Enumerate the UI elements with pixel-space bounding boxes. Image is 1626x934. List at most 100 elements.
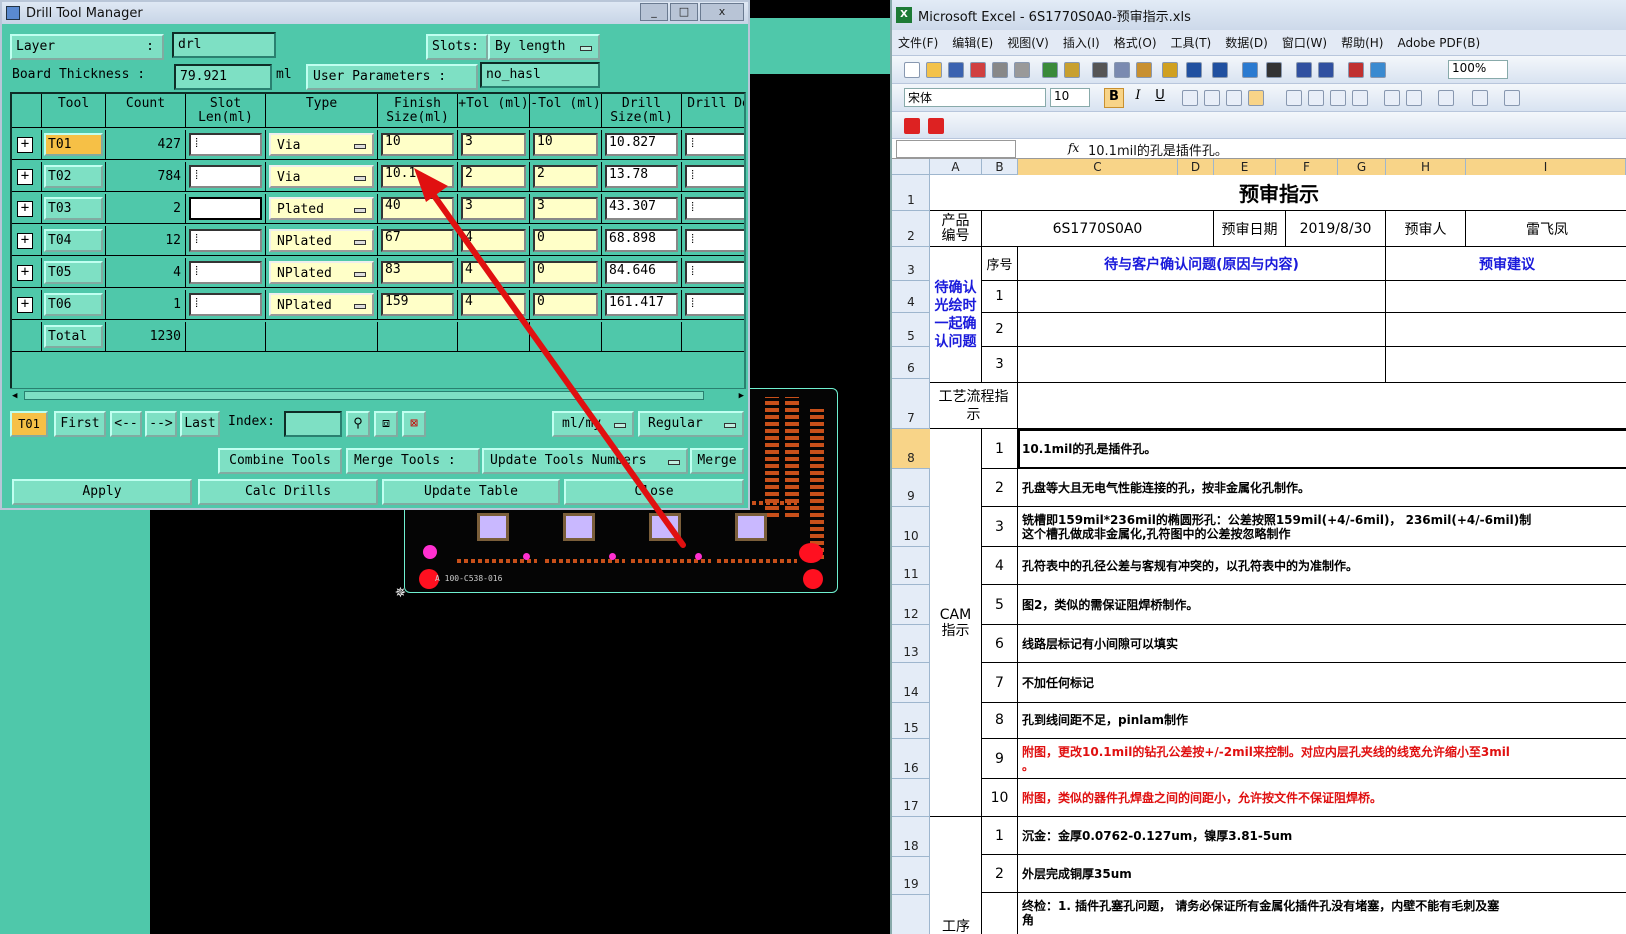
print-icon[interactable] <box>992 62 1008 78</box>
close-window-button[interactable]: x <box>700 3 744 21</box>
save-icon[interactable] <box>948 62 964 78</box>
row-header[interactable]: 2 <box>892 211 930 247</box>
font-dropdown[interactable]: 宋体 <box>904 88 1046 107</box>
plus-tol-input[interactable]: 2 <box>461 165 526 188</box>
slot-len-input[interactable]: ⁞ <box>189 165 262 188</box>
cam-item-text[interactable]: 图2，类似的需保证阻焊桥制作。 <box>1018 585 1626 625</box>
column-header[interactable]: C <box>1018 159 1178 175</box>
bulb-icon[interactable]: ⚲ <box>346 411 370 437</box>
cam-item-no[interactable]: 1 <box>982 429 1018 469</box>
chart-icon[interactable] <box>1348 62 1364 78</box>
minus-tol-input[interactable]: 3 <box>533 197 598 220</box>
pending-advice[interactable] <box>1386 281 1626 313</box>
scroll-right-icon[interactable]: ▶ <box>739 391 744 401</box>
new-icon[interactable] <box>904 62 920 78</box>
increase-decimal-icon[interactable] <box>1330 90 1346 106</box>
redo-icon[interactable] <box>1212 62 1228 78</box>
last-button[interactable]: Last <box>180 411 220 437</box>
drill-des-input[interactable]: ⁞ <box>685 261 744 284</box>
zoom-dropdown[interactable]: 100% <box>1448 60 1508 79</box>
table-row[interactable]: + T01 427 ⁞ Via 10 3 10 10.827 ⁞ <box>12 130 744 162</box>
update-table-button[interactable]: Update Table <box>382 479 560 505</box>
reviewer-label[interactable]: 预审人 <box>1386 211 1466 247</box>
craft-item-no[interactable]: 1 <box>982 817 1018 855</box>
slot-len-input[interactable]: ⁞ <box>189 229 262 252</box>
pending-advice[interactable] <box>1386 347 1626 383</box>
menu-item[interactable]: 文件(F) <box>898 34 938 51</box>
maximize-button[interactable]: □ <box>670 3 698 21</box>
menu-item[interactable]: 窗口(W) <box>1282 34 1327 51</box>
cam-item-text[interactable]: 10.1mil的孔是插件孔。 <box>1018 429 1626 469</box>
select-icon[interactable]: ⧈ <box>374 411 398 437</box>
column-header[interactable]: H <box>1386 159 1466 175</box>
prev-button[interactable]: <-- <box>110 411 142 437</box>
row-header[interactable]: 16 <box>892 739 930 779</box>
table-row[interactable]: + T02 784 ⁞ Via 10.1 2 2 13.78 ⁞ <box>12 162 744 194</box>
column-header[interactable]: B <box>982 159 1018 175</box>
plus-tol-input[interactable]: 4 <box>461 293 526 316</box>
merge-button[interactable]: Merge <box>690 448 744 474</box>
cam-item-text[interactable]: 不加任何标记 <box>1018 663 1626 703</box>
slot-len-input[interactable]: ⁞ <box>189 261 262 284</box>
cam-item-text[interactable]: 孔符表中的孔径公差与客规有冲突的，以孔符表中的为准制作。 <box>1018 547 1626 585</box>
row-header[interactable]: 5 <box>892 313 930 347</box>
pending-label[interactable]: 待确认光绘时一起确认问题 <box>930 247 982 383</box>
drill-size-input[interactable]: 161.417 <box>605 293 678 316</box>
drill-des-input[interactable]: ⁞ <box>685 293 744 316</box>
name-box[interactable] <box>896 140 1016 158</box>
pending-issue[interactable] <box>1018 347 1386 383</box>
cam-item-no[interactable]: 7 <box>982 663 1018 703</box>
column-header[interactable]: F <box>1276 159 1338 175</box>
menu-item[interactable]: 格式(O) <box>1114 34 1157 51</box>
copy-icon[interactable] <box>1114 62 1130 78</box>
comma-icon[interactable] <box>1308 90 1324 106</box>
minus-tol-input[interactable]: 2 <box>533 165 598 188</box>
table-row[interactable]: + T05 4 ⁞ NPlated 83 4 0 84.646 ⁞ <box>12 258 744 290</box>
finish-size-input[interactable]: 83 <box>381 261 454 284</box>
finish-size-input[interactable]: 40 <box>381 197 454 220</box>
review-date[interactable]: 2019/8/30 <box>1286 211 1386 247</box>
drill-size-input[interactable]: 43.307 <box>605 197 678 220</box>
outdent-icon[interactable] <box>1384 90 1400 106</box>
window-titlebar[interactable]: Drill Tool Manager _ □ x <box>2 2 748 24</box>
cam-item-no[interactable]: 5 <box>982 585 1018 625</box>
sheet-title[interactable]: 预审指示 <box>930 175 1626 211</box>
slots-dropdown[interactable]: By length <box>488 34 600 60</box>
table-row[interactable]: + T03 2 Plated 40 3 3 43.307 ⁞ <box>12 194 744 226</box>
align-center-icon[interactable] <box>1204 90 1220 106</box>
column-header[interactable]: D <box>1178 159 1214 175</box>
cam-item-no[interactable]: 8 <box>982 701 1018 739</box>
apply-button[interactable]: Apply <box>12 479 192 505</box>
row-header[interactable]: 15 <box>892 701 930 739</box>
drill-des-input[interactable]: ⁞ <box>685 229 744 252</box>
hyperlink-icon[interactable] <box>1242 62 1258 78</box>
cam-item-text[interactable]: 铣槽即159mil*236mil的椭圆形孔：公差按照159mil(+4/-6mi… <box>1018 507 1626 547</box>
table-horizontal-scrollbar[interactable]: ◀ ▶ <box>10 388 746 402</box>
first-button[interactable]: First <box>54 411 106 437</box>
row-header[interactable]: 12 <box>892 585 930 625</box>
layer-field[interactable]: drl <box>172 32 276 58</box>
tool-name-button[interactable]: T03 <box>44 197 103 220</box>
tool-name-button[interactable]: T02 <box>44 165 103 188</box>
fill-color-icon[interactable] <box>1472 90 1488 106</box>
paste-icon[interactable] <box>1136 62 1152 78</box>
delete-icon[interactable]: ⊠ <box>402 411 426 437</box>
finish-size-input[interactable]: 67 <box>381 229 454 252</box>
format-painter-icon[interactable] <box>1162 62 1178 78</box>
merge-center-icon[interactable] <box>1248 90 1264 106</box>
cam-item-no[interactable]: 6 <box>982 625 1018 663</box>
open-icon[interactable] <box>926 62 942 78</box>
pending-seq[interactable]: 1 <box>982 281 1018 313</box>
user-parameters-field[interactable]: no_hasl <box>480 62 600 88</box>
slot-len-input[interactable]: ⁞ <box>189 133 262 156</box>
row-header[interactable]: 10 <box>892 507 930 547</box>
next-button[interactable]: --> <box>145 411 177 437</box>
table-row[interactable]: + T06 1 ⁞ NPlated 159 4 0 161.417 ⁞ <box>12 290 744 322</box>
reviewer-name[interactable]: 雷飞凤 <box>1466 211 1626 247</box>
cam-item-no[interactable]: 10 <box>982 779 1018 817</box>
process-label[interactable]: 工艺流程指示 <box>930 383 1018 429</box>
function-icon[interactable]: fx <box>1068 141 1079 155</box>
cut-icon[interactable] <box>1092 62 1108 78</box>
row-header[interactable]: 7 <box>892 379 930 429</box>
column-header[interactable]: I <box>1466 159 1626 175</box>
